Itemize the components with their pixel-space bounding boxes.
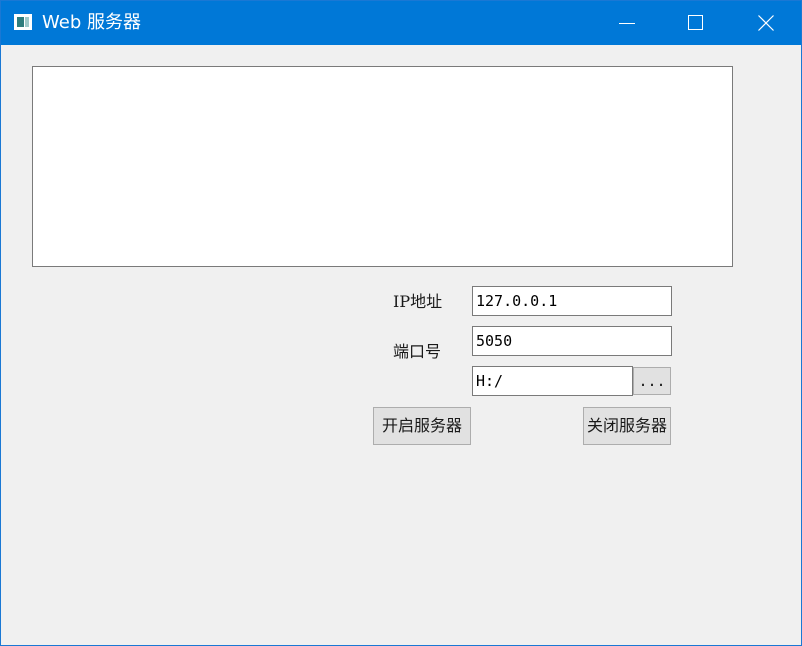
minimize-button[interactable] [593, 1, 661, 45]
title-bar[interactable]: Web 服务器 [1, 1, 801, 45]
ip-label: IP地址 [393, 292, 443, 311]
start-server-button[interactable]: 开启服务器 [373, 407, 471, 445]
close-icon [758, 15, 774, 31]
port-input[interactable]: 5050 [472, 326, 672, 356]
close-button[interactable] [732, 1, 800, 45]
ip-input[interactable]: 127.0.0.1 [472, 286, 672, 316]
window-title: Web 服务器 [42, 12, 141, 33]
minimize-icon [619, 23, 635, 24]
stop-server-button[interactable]: 关闭服务器 [583, 407, 671, 445]
log-textarea[interactable] [32, 66, 733, 267]
browse-button[interactable]: ... [633, 367, 671, 395]
port-label: 端口号 [393, 342, 442, 361]
path-input[interactable]: H:/ [472, 366, 633, 396]
app-window-icon [14, 14, 32, 30]
app-window: Web 服务器 IP地址 127.0.0.1 端口号 5050 H:/ ... … [0, 0, 802, 646]
maximize-icon [688, 15, 703, 30]
maximize-button[interactable] [662, 1, 730, 45]
